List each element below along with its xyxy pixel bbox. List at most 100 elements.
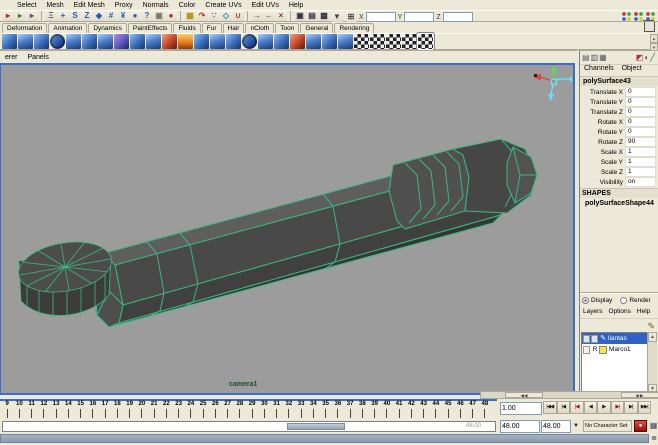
snap-to-points-icon[interactable]: ∵ [208, 11, 220, 21]
channel-value-field[interactable]: 0 [625, 127, 656, 137]
shelf-tool-icon[interactable] [210, 34, 225, 49]
menu-item[interactable]: Proxy [110, 2, 138, 9]
channel-value-field[interactable]: 90 [625, 137, 656, 147]
scroll-right-icon[interactable]: ▶▶ [621, 392, 658, 398]
shelf-tool-icon[interactable] [306, 34, 321, 49]
timeline-frame[interactable]: 24 [185, 401, 197, 420]
shelf-tool-icon[interactable] [130, 34, 145, 49]
panel-menu-item[interactable]: erer [0, 54, 22, 61]
play-forwards-button[interactable]: ▶ [597, 401, 611, 414]
playback-end-field[interactable] [541, 420, 571, 433]
timeline-frame[interactable]: 28 [234, 401, 246, 420]
snap-to-grids-icon[interactable]: ▦ [184, 11, 196, 21]
shelf-tool-icon[interactable] [50, 34, 65, 49]
menu-item[interactable]: Normals [138, 2, 174, 9]
shelf-tool-icon[interactable] [178, 34, 193, 49]
shape-name[interactable]: polySurfaceShape44 [580, 199, 658, 209]
step-back-key-button[interactable]: |◀ [570, 401, 584, 414]
shelf-tool-icon[interactable] [338, 34, 353, 49]
channel-value-field[interactable]: 0 [625, 107, 656, 117]
timeline-frame[interactable]: 19 [124, 401, 136, 420]
play-backwards-button[interactable]: ◀ [583, 401, 597, 414]
timeline-frame[interactable]: 12 [38, 401, 50, 420]
layer-visibility-checkbox[interactable] [583, 345, 590, 354]
channel-value-field[interactable]: on [625, 177, 656, 187]
playback-start-field[interactable] [500, 420, 540, 433]
help-mode-icon[interactable]: ? [141, 11, 153, 21]
render-view-icon[interactable]: ▣ [294, 11, 306, 21]
scroll-left-icon[interactable]: ◀◀ [505, 392, 543, 398]
select-deformations-icon[interactable]: ◆ [93, 11, 105, 21]
shelf-tab[interactable]: Fur [201, 23, 222, 33]
timeline-frame[interactable]: 36 [332, 401, 344, 420]
y-input[interactable] [404, 12, 435, 22]
timeline-frame[interactable]: 46 [454, 401, 466, 420]
shelf-tool-icon[interactable] [354, 34, 369, 49]
paint-select-icon[interactable]: ▸ [26, 11, 38, 21]
shelf-tool-icon[interactable] [322, 34, 337, 49]
object-name[interactable]: polySurface43 [580, 76, 658, 86]
highlight-mode-icon[interactable]: Ξ [45, 11, 57, 21]
channel-value-field[interactable]: 0 [625, 87, 656, 97]
shelf-tab[interactable]: Hair [222, 23, 245, 33]
ipr-render-icon[interactable]: ▤ [306, 11, 318, 21]
channel-value-field[interactable]: 1 [625, 167, 656, 177]
layer-row[interactable]: ✎ llantas [582, 333, 656, 344]
timeline-frame[interactable]: 30 [258, 401, 270, 420]
menu-item[interactable]: Edit Mesh [69, 2, 110, 9]
timeline-frame[interactable]: 40 [381, 401, 393, 420]
select-curves-icon[interactable]: S [69, 11, 81, 21]
timeline-frame[interactable]: 39 [369, 401, 381, 420]
layer-row[interactable]: R Marco1 [582, 344, 656, 355]
output-connections-icon[interactable]: ← [263, 11, 275, 21]
layer-color-swatch[interactable] [599, 345, 607, 354]
menu-item[interactable]: Color [174, 2, 201, 9]
channel-value-field[interactable]: 0 [625, 117, 656, 127]
select-rendering-icon[interactable]: # [105, 11, 117, 21]
layout-list-icon[interactable]: ▤ [582, 53, 590, 63]
shelf-tool-icon[interactable] [386, 34, 401, 49]
menu-item[interactable]: Help [284, 2, 308, 9]
manipulator-slider-icon[interactable]: ╱ [650, 53, 655, 63]
step-back-frame-button[interactable]: |◀ [556, 401, 570, 414]
timeline-frame[interactable]: 45 [442, 401, 454, 420]
timeline-frame[interactable]: 16 [87, 401, 99, 420]
layer-menu-item[interactable]: Layers [580, 308, 606, 315]
timeline-frame[interactable]: 41 [393, 401, 405, 420]
shelf-tab[interactable]: General [300, 23, 334, 33]
character-set-menu[interactable]: No Character Set [583, 420, 632, 432]
current-time-field[interactable] [500, 402, 542, 415]
timeline-frame[interactable]: 27 [222, 401, 234, 420]
shelf-tool-icon[interactable] [418, 34, 433, 49]
trash-icon[interactable] [643, 20, 655, 32]
viewport-canvas[interactable]: camera1 [0, 63, 575, 395]
character-set-dropdown-icon[interactable]: ▼ [571, 421, 581, 431]
timeline-frame[interactable]: 18 [111, 401, 123, 420]
shelf-tool-icon[interactable] [226, 34, 241, 49]
auto-keyframe-toggle[interactable]: ● [634, 420, 647, 432]
make-live-icon[interactable]: ∪ [232, 11, 244, 21]
shelf-tool-icon[interactable] [242, 34, 257, 49]
layout-split-icon[interactable]: ▥ [591, 53, 599, 63]
shelf-tab[interactable]: Rendering [334, 23, 375, 33]
shelf-tool-icon[interactable] [194, 34, 209, 49]
show-manipulator-icon[interactable] [622, 12, 631, 21]
go-to-start-button[interactable]: |◀◀ [543, 401, 557, 414]
script-editor-icon[interactable]: ≣ [650, 434, 658, 443]
render-settings-icon[interactable]: ▩ [318, 11, 330, 21]
timeline-frame[interactable]: 14 [62, 401, 74, 420]
shelf-tool-icon[interactable] [290, 34, 305, 49]
shelf-tool-icon[interactable] [82, 34, 97, 49]
render-radio[interactable]: Render [620, 297, 651, 304]
layout-grid-icon[interactable]: ▦ [599, 53, 607, 63]
channel-value-field[interactable]: 1 [625, 147, 656, 157]
shelf-tool-icon[interactable] [370, 34, 385, 49]
separator[interactable] [247, 11, 248, 21]
timeline-frame[interactable]: 34 [307, 401, 319, 420]
input-mode-grid-icon[interactable]: ⊞ [345, 12, 357, 22]
timeline-frame[interactable]: 11 [26, 401, 38, 420]
scroll-up-icon[interactable]: ▲ [650, 34, 658, 43]
timeline-frame[interactable]: 23 [173, 401, 185, 420]
menu-item[interactable]: Select [12, 2, 41, 9]
panel-menu-item[interactable]: Panels [22, 54, 53, 61]
